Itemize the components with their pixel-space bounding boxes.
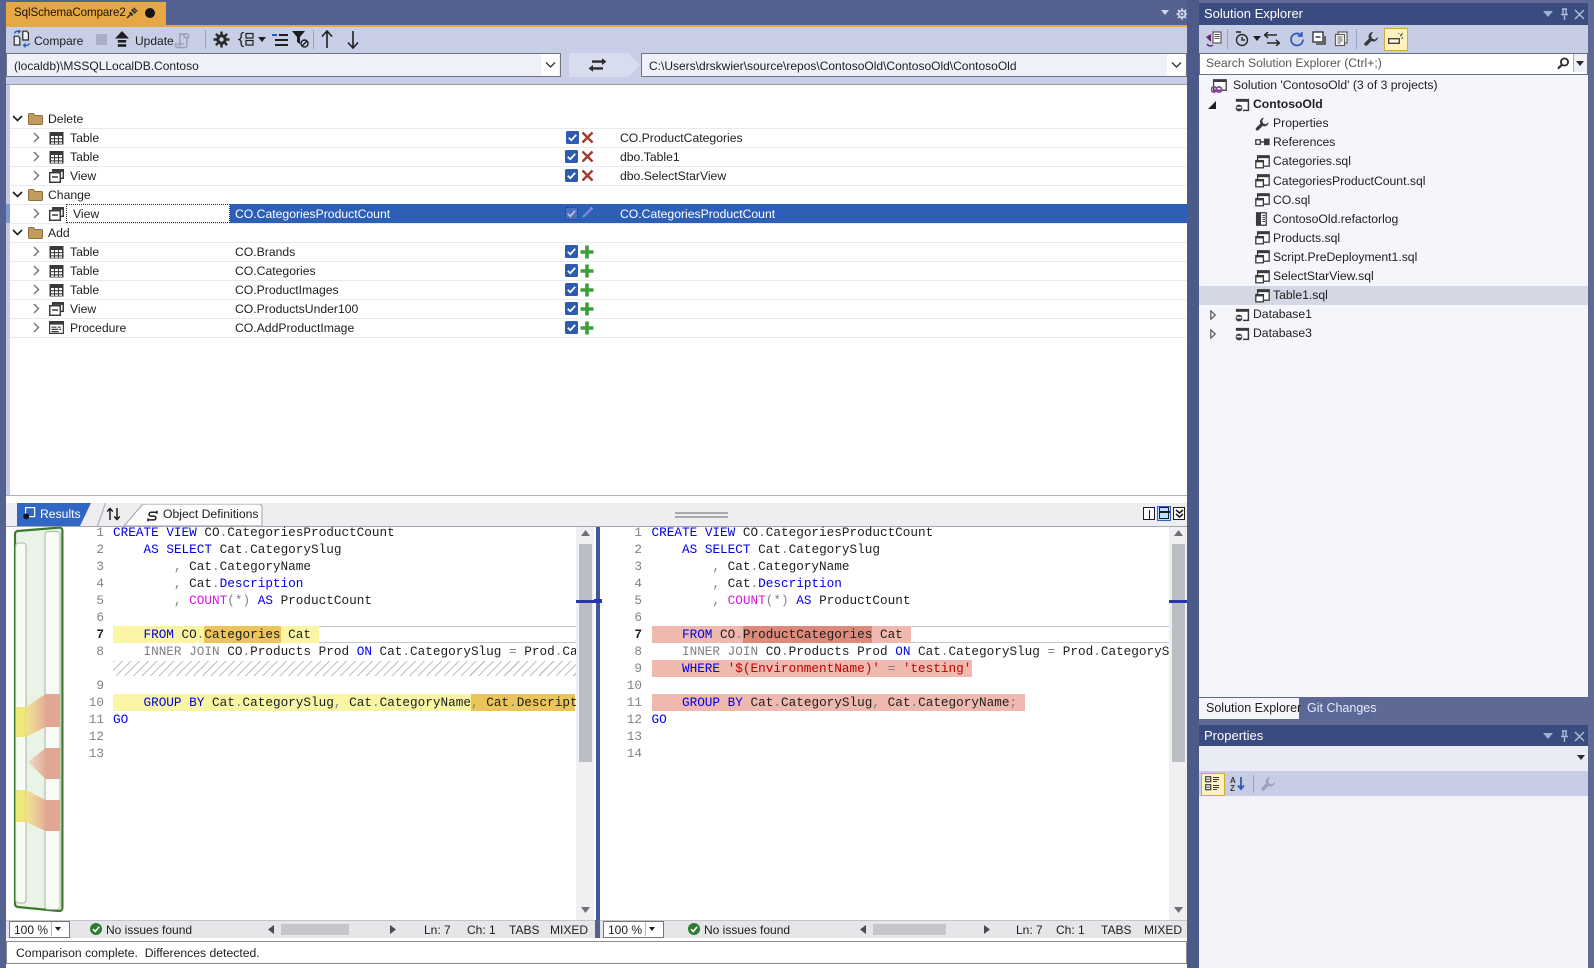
svg-text:Z: Z bbox=[1230, 784, 1235, 791]
